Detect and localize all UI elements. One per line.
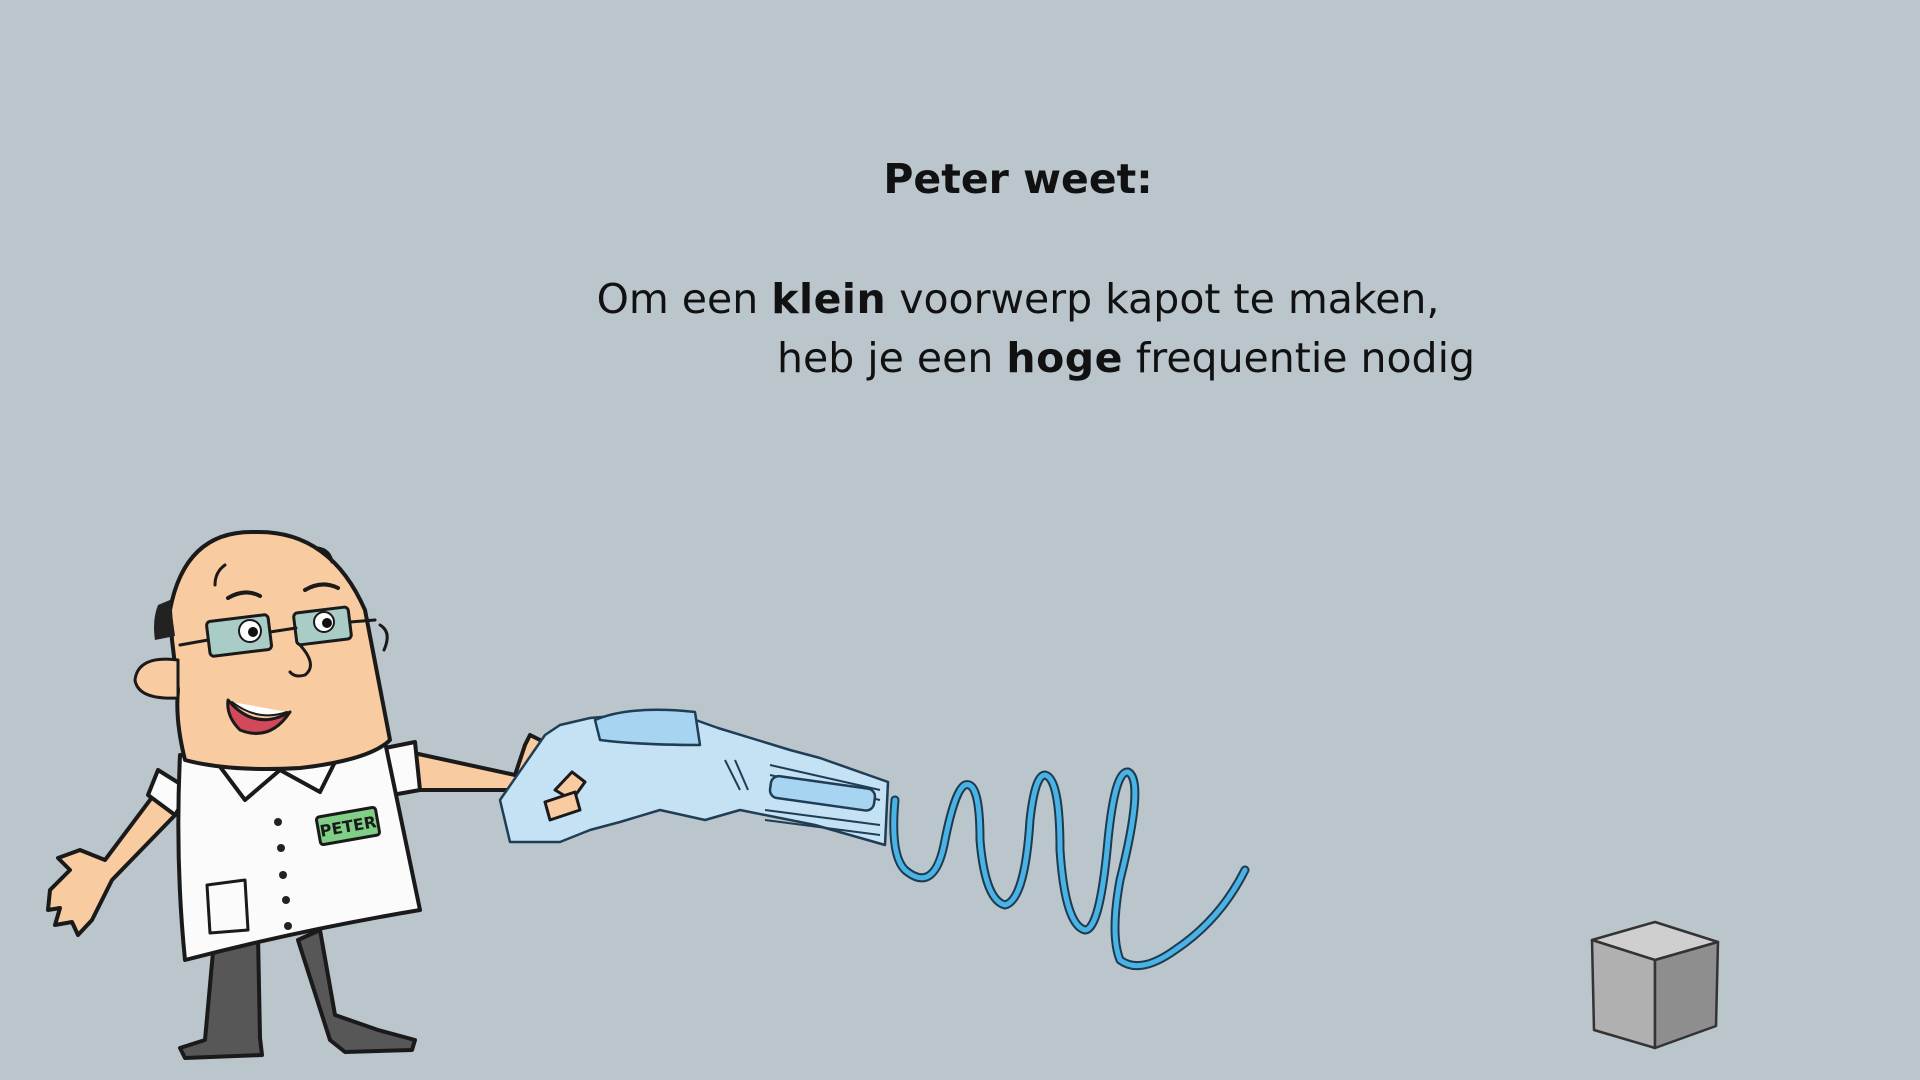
sound-wave-inner — [891, 769, 1248, 969]
lab-coat — [176, 740, 422, 962]
frequency-gun — [498, 708, 890, 847]
right-leg — [296, 928, 417, 1054]
peter-character: PETER — [46, 529, 552, 1060]
ear — [133, 657, 180, 700]
head — [168, 529, 392, 771]
illustration: PETER — [46, 529, 1720, 1060]
cube-icon — [1590, 920, 1720, 1050]
